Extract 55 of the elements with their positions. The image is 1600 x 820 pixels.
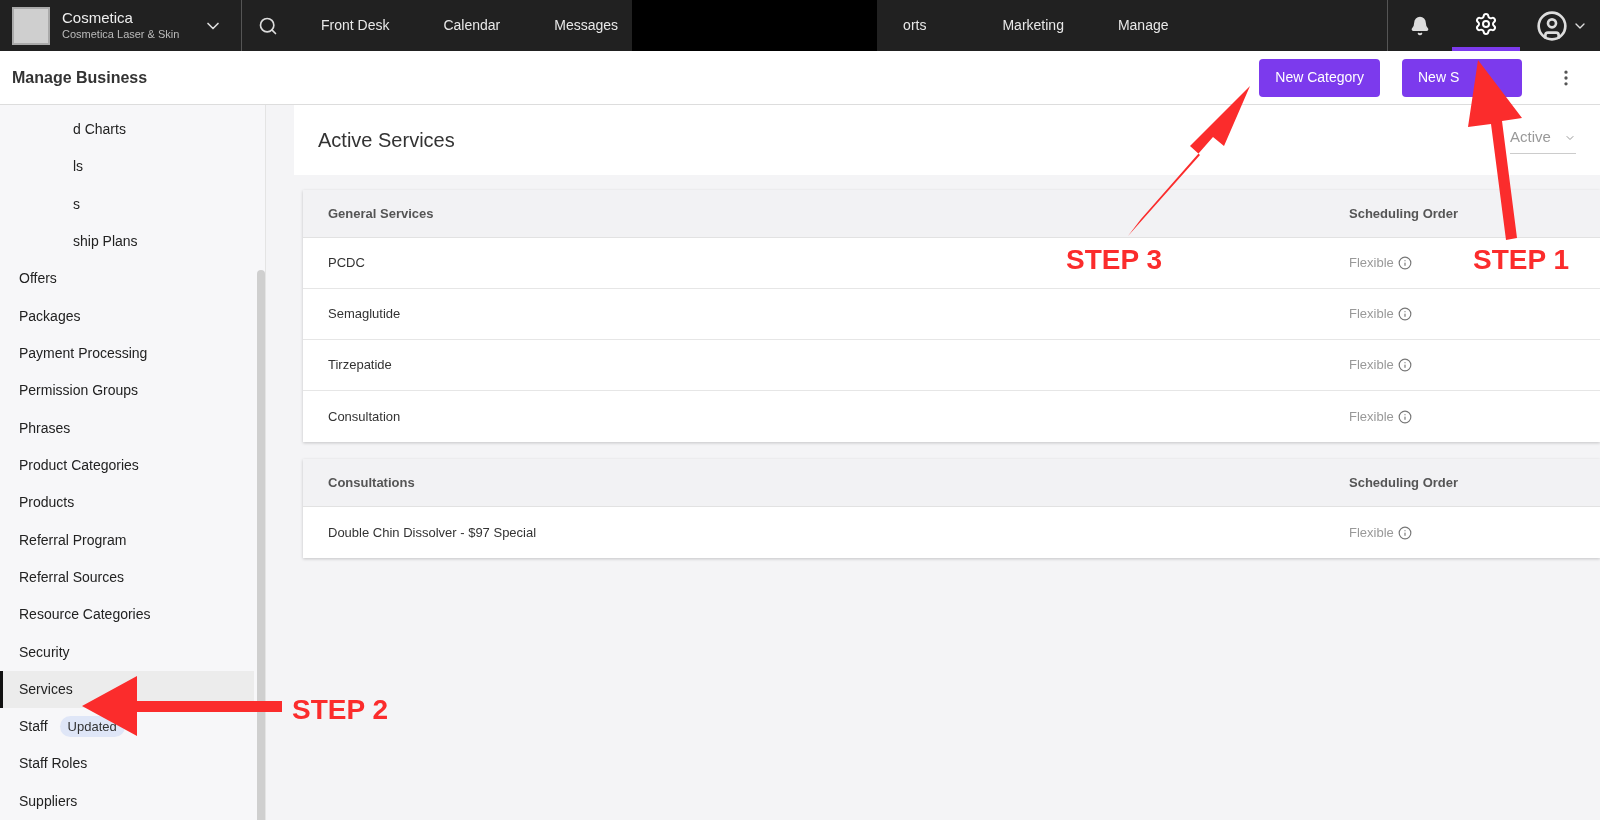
service-name: Semaglutide: [328, 305, 401, 324]
primary-button[interactable]: New Category: [1259, 58, 1380, 97]
step-label: STEP 2: [292, 693, 388, 727]
storefront-logo-icon: [12, 6, 50, 45]
nav-link[interactable]: orts: [903, 15, 927, 36]
user-avatar-icon[interactable]: [1536, 9, 1568, 42]
sidebar-item[interactable]: Offers: [0, 260, 254, 298]
column-header: Scheduling Order: [1349, 473, 1460, 492]
info-icon[interactable]: [1397, 525, 1412, 540]
sidebar-item[interactable]: Payment Processing: [0, 334, 254, 373]
sidebar-item[interactable]: Referral Sources: [0, 558, 254, 597]
service-name: Tirzepatide: [328, 356, 392, 375]
service-name: Consultation: [328, 407, 401, 426]
step-label: STEP 3: [1066, 243, 1162, 277]
section-title: Active Services: [318, 128, 455, 153]
search-icon[interactable]: [258, 15, 278, 36]
sidebar-item[interactable]: ship Plans: [0, 222, 254, 261]
sidebar-item[interactable]: s: [0, 185, 254, 223]
sidebar-item[interactable]: Staff Roles: [0, 745, 254, 783]
sidebar-item[interactable]: Resource Categories: [0, 596, 254, 634]
sidebar-item[interactable]: Security: [0, 633, 254, 671]
sidebar-item[interactable]: Phrases: [0, 409, 254, 447]
bell-icon[interactable]: [1410, 15, 1430, 36]
column-header: Scheduling Order: [1349, 204, 1460, 223]
nav-link[interactable]: Front Desk: [321, 15, 390, 36]
step-label: STEP 1: [1473, 243, 1569, 277]
nav-link[interactable]: Manage: [1117, 15, 1169, 36]
service-name: PCDC: [328, 254, 365, 273]
sidebar-item[interactable]: d Charts: [0, 111, 254, 149]
info-icon[interactable]: [1397, 409, 1412, 424]
sidebar-item[interactable]: Permission Groups: [0, 372, 254, 410]
nav-link[interactable]: Calendar: [443, 15, 501, 36]
sidebar-item[interactable]: Referral Program: [0, 521, 254, 559]
column-header: Consultations: [328, 473, 415, 492]
sidebar-item[interactable]: ls: [0, 148, 254, 186]
settings-icon[interactable]: [1474, 11, 1498, 36]
nav-link[interactable]: Marketing: [1002, 15, 1064, 36]
scheduling-order: Flexible: [1349, 356, 1394, 375]
sidebar-item[interactable]: Packages: [0, 297, 254, 335]
info-icon[interactable]: [1397, 256, 1412, 270]
sidebar-item[interactable]: Products: [0, 484, 254, 522]
nav-link[interactable]: Messages: [554, 15, 619, 36]
sidebar-item[interactable]: Suppliers: [0, 782, 254, 820]
info-icon[interactable]: [1397, 307, 1412, 321]
scheduling-order: Flexible: [1349, 305, 1394, 324]
scheduling-order: Flexible: [1349, 523, 1394, 542]
business-name: Cosmetica: [62, 9, 134, 28]
column-header: General Services: [328, 204, 434, 223]
service-name: Double Chin Dissolver - $97 Special: [328, 523, 537, 542]
scheduling-order: Flexible: [1349, 254, 1394, 273]
location-name: Cosmetica Laser & Skin: [62, 28, 180, 42]
scheduling-order: Flexible: [1349, 407, 1394, 426]
sidebar-item[interactable]: Product Categories: [0, 446, 254, 485]
info-icon[interactable]: [1397, 358, 1412, 372]
page-title: Manage Business: [12, 67, 148, 88]
